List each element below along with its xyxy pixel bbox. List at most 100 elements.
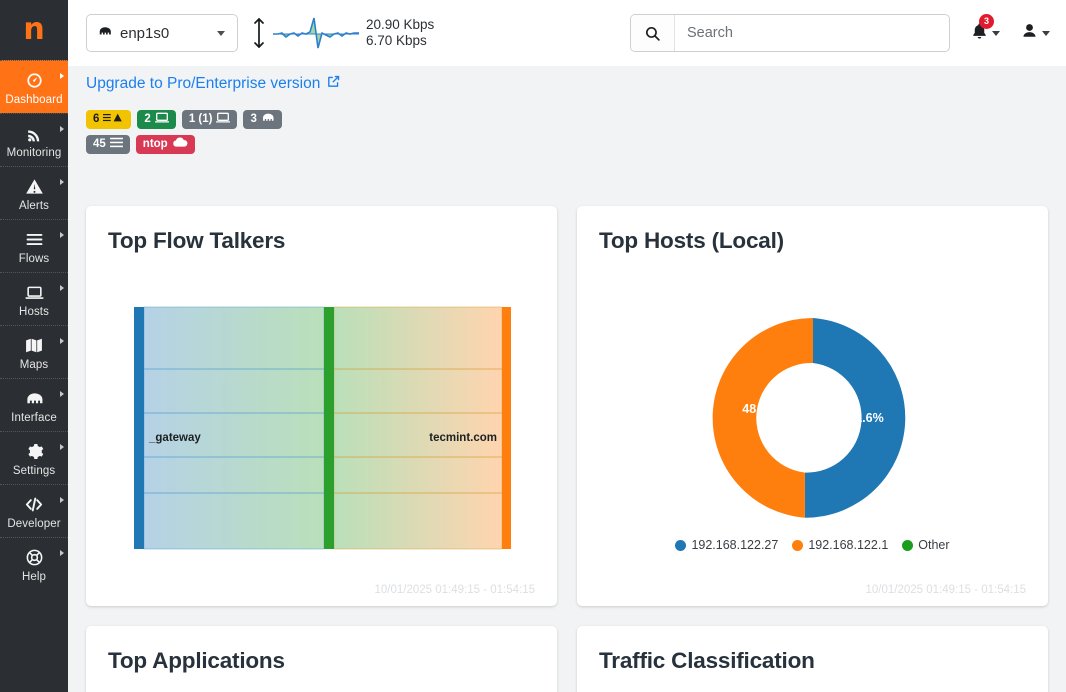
device-screen-icon	[155, 112, 169, 127]
chevron-right-icon	[60, 285, 64, 291]
app-root: n Dashboard Monitoring Alerts	[0, 0, 1066, 692]
dashboard-grid: Top Flow Talkers	[86, 206, 1048, 692]
ethernet-icon	[97, 24, 113, 43]
flows-list-icon	[25, 228, 44, 250]
chevron-down-icon	[1042, 31, 1050, 36]
monitoring-signal-icon	[25, 122, 44, 144]
status-badge-hosts[interactable]: 1 (1)	[182, 110, 238, 129]
chevron-right-icon	[60, 73, 64, 79]
donut-chart[interactable]: 51.6% 48.4% 192.168.122.27 192.168.122.1	[599, 304, 1026, 552]
chevron-right-icon	[60, 126, 64, 132]
main-content: enp1s0 20.90 Kbps	[68, 0, 1066, 692]
sidebar-item-label: Monitoring	[7, 147, 62, 159]
sidebar-item-alerts[interactable]: Alerts	[0, 166, 68, 219]
interface-ethernet-icon	[24, 387, 45, 409]
alert-list-warning-icon	[103, 112, 124, 127]
sidebar-item-help[interactable]: Help	[0, 537, 68, 590]
upload-rate: 6.70 Kbps	[366, 33, 434, 49]
svg-text:_gateway: _gateway	[148, 432, 201, 444]
interface-select-value: enp1s0	[120, 25, 169, 42]
sidebar-item-hosts[interactable]: Hosts	[0, 272, 68, 325]
status-badge-value: 2	[144, 114, 150, 126]
card-timestamp: 10/01/2025 01:49:15 - 01:54:15	[374, 584, 535, 596]
sidebar-item-label: Hosts	[19, 306, 49, 318]
throughput-values: 20.90 Kbps 6.70 Kbps	[366, 17, 434, 50]
hosts-laptop-icon	[24, 281, 45, 303]
sidebar-item-flows[interactable]: Flows	[0, 219, 68, 272]
interface-select[interactable]: enp1s0	[86, 14, 238, 52]
sidebar-item-label: Help	[22, 571, 46, 583]
status-badge-interfaces[interactable]: 3	[243, 110, 281, 129]
card-traffic-classification: Traffic Classification	[577, 626, 1048, 692]
throughput-indicator: 20.90 Kbps 6.70 Kbps	[252, 16, 434, 50]
legend-label: Other	[918, 538, 949, 552]
legend-item[interactable]: Other	[902, 538, 949, 552]
legend-label: 192.168.122.1	[808, 538, 888, 552]
chevron-right-icon	[60, 497, 64, 503]
list-icon	[110, 137, 123, 152]
svg-text:48.4%: 48.4%	[742, 402, 777, 416]
legend-item[interactable]: 192.168.122.27	[675, 538, 778, 552]
search-input[interactable]	[675, 15, 949, 51]
upgrade-link-label: Upgrade to Pro/Enterprise version	[86, 75, 320, 93]
user-menu-button[interactable]	[1020, 21, 1050, 46]
dashboard-gauge-icon	[25, 69, 44, 91]
chevron-down-icon	[992, 31, 1000, 36]
sidebar-item-maps[interactable]: Maps	[0, 325, 68, 378]
sidebar-item-interface[interactable]: Interface	[0, 378, 68, 431]
search-icon[interactable]	[631, 15, 675, 51]
page-title: Top Flow Talkers	[108, 228, 535, 254]
ethernet-icon	[261, 112, 275, 127]
donut-chart-body: 51.6% 48.4% 192.168.122.27 192.168.122.1	[599, 258, 1026, 598]
page-title: Top Applications	[108, 648, 535, 674]
status-badge-alerts[interactable]: 6	[86, 110, 131, 129]
chevron-right-icon	[60, 232, 64, 238]
sankey-chart-body: _gateway tecmint.com	[108, 258, 535, 598]
upgrade-banner: Upgrade to Pro/Enterprise version	[68, 66, 1066, 94]
sidebar-item-settings[interactable]: Settings	[0, 431, 68, 484]
card-timestamp: 10/01/2025 01:49:15 - 01:54:15	[865, 584, 1026, 596]
cloud-icon	[172, 137, 188, 152]
status-badge-value: 45	[93, 139, 106, 151]
legend-label: 192.168.122.27	[691, 538, 778, 552]
card-top-flow-talkers: Top Flow Talkers	[86, 206, 557, 606]
search-bar[interactable]	[630, 14, 950, 52]
sidebar-item-label: Alerts	[19, 200, 49, 212]
chevron-right-icon	[60, 444, 64, 450]
sidebar-item-developer[interactable]: Developer	[0, 484, 68, 537]
settings-gear-icon	[25, 440, 44, 462]
sidebar-item-monitoring[interactable]: Monitoring	[0, 113, 68, 166]
upgrade-link[interactable]: Upgrade to Pro/Enterprise version	[86, 74, 341, 94]
sidebar-item-label: Dashboard	[5, 94, 62, 106]
card-top-applications: Top Applications	[86, 626, 557, 692]
alert-triangle-icon	[25, 175, 44, 197]
status-badge-value: 1 (1)	[189, 114, 213, 126]
notifications-button[interactable]: 3	[970, 21, 1000, 46]
status-badges: 6 2 1 (1) 3	[68, 94, 328, 154]
sidebar: n Dashboard Monitoring Alerts	[0, 0, 68, 692]
status-badge-ntop[interactable]: ntop	[136, 135, 195, 154]
svg-text:tecmint.com: tecmint.com	[429, 432, 497, 444]
help-lifering-icon	[25, 546, 44, 568]
sidebar-item-dashboard[interactable]: Dashboard	[0, 60, 68, 113]
status-badge-value: 3	[250, 114, 256, 126]
page-title: Top Hosts (Local)	[599, 228, 1026, 254]
chevron-down-icon	[217, 31, 225, 36]
chevron-right-icon	[60, 338, 64, 344]
sidebar-item-label: Interface	[11, 412, 57, 424]
notification-count-badge: 3	[979, 14, 994, 29]
ntop-logo[interactable]: n	[0, 0, 68, 60]
status-badge-devices[interactable]: 2	[137, 110, 175, 129]
chevron-right-icon	[60, 550, 64, 556]
external-link-icon	[326, 74, 341, 94]
status-badge-flows[interactable]: 45	[86, 135, 130, 154]
up-down-arrows-icon	[252, 16, 266, 50]
sidebar-item-label: Developer	[7, 518, 60, 530]
legend-color-dot	[675, 540, 686, 551]
svg-text:51.6%: 51.6%	[848, 411, 883, 425]
top-bar: enp1s0 20.90 Kbps	[68, 0, 1066, 66]
ntop-logo-text: n	[23, 15, 44, 45]
status-badge-value: 6	[93, 114, 99, 126]
sankey-chart[interactable]: _gateway tecmint.com	[108, 303, 535, 553]
legend-item[interactable]: 192.168.122.1	[792, 538, 888, 552]
